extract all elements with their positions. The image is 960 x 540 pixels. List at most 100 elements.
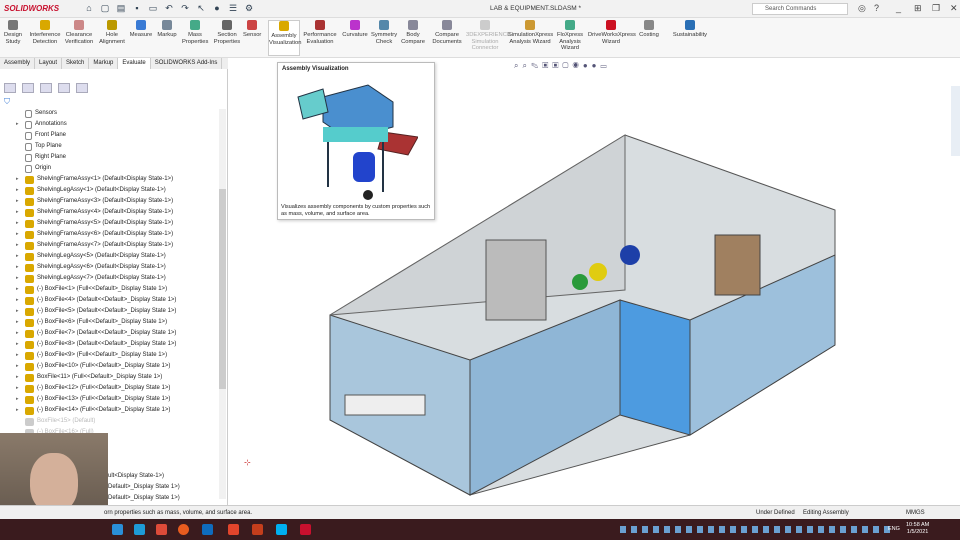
ribbon-button-clearance-verification[interactable]: Clearance Verification xyxy=(64,20,94,45)
tree-item[interactable]: ▸ (-) BoxFile<7> (Default<<Default>_Displ… xyxy=(16,328,176,339)
home-icon[interactable]: ⌂ xyxy=(84,3,94,13)
file-properties-icon[interactable]: ☰ xyxy=(228,3,238,13)
language-indicator[interactable]: ENG xyxy=(888,526,900,532)
expand-icon[interactable]: ▸ xyxy=(16,284,22,295)
rebuild-icon[interactable]: ● xyxy=(212,3,222,13)
tree-item[interactable]: ▸ (-) BoxFile<4> (Default<<Default>_Displ… xyxy=(16,295,176,306)
ribbon-button-section-properties[interactable]: Section Properties xyxy=(212,20,242,45)
ribbon-button-performance-evaluation[interactable]: Performance Evaluation xyxy=(303,20,337,45)
feature-tree-tab[interactable] xyxy=(4,83,16,93)
expand-icon[interactable]: ▸ xyxy=(16,328,22,339)
ribbon-button-mass-properties[interactable]: Mass Properties xyxy=(182,20,208,45)
minimize-button[interactable]: _ xyxy=(896,3,901,13)
tab-evaluate[interactable]: Evaluate xyxy=(118,58,151,69)
close-button[interactable]: ✕ xyxy=(950,3,958,14)
chrome-icon[interactable] xyxy=(156,524,167,535)
ribbon-button-hole-alignment[interactable]: Hole Alignment xyxy=(98,20,126,45)
expand-icon[interactable]: ▸ xyxy=(16,262,22,273)
units-selector[interactable]: MMGS xyxy=(906,506,925,520)
expand-icon[interactable]: ▸ xyxy=(16,174,22,185)
help-icon[interactable]: ? xyxy=(874,3,879,13)
tree-item[interactable]: BoxFile<15> (Default) xyxy=(16,416,95,427)
ribbon-button-sensor[interactable]: Sensor xyxy=(243,20,261,39)
clock[interactable]: 10:58 AM 1/5/2021 xyxy=(906,522,929,536)
tree-item[interactable]: ▸ ShelvingLegAssy<1> (Default<Display Sta… xyxy=(16,185,166,196)
heads-up-view-toolbar[interactable]: ⌕⌕✎▣▣▢◉●●▭ xyxy=(514,61,611,71)
tree-item[interactable]: Default>_Display State 1>) xyxy=(108,493,180,504)
tree-item[interactable]: ▸ ShelvingFrameAssy<4> (Default<Display S… xyxy=(16,207,173,218)
tree-item[interactable]: ▸ (-) BoxFile<5> (Default<<Default>_Displ… xyxy=(16,306,176,317)
redo-icon[interactable]: ↷ xyxy=(180,3,190,13)
ribbon-button-3dexperience-simulation-connector[interactable]: 3DEXPERIENCE Simulation Connector xyxy=(466,20,511,52)
tab-assembly[interactable]: Assembly xyxy=(0,58,36,69)
powerpoint-icon[interactable] xyxy=(252,524,263,535)
tree-item[interactable]: ▸ (-) BoxFile<6> (Full<<Default>_Display … xyxy=(16,317,167,328)
ribbon-button-markup[interactable]: Markup xyxy=(156,20,178,39)
expand-icon[interactable]: ▸ xyxy=(16,207,22,218)
solidworks-taskbar-icon[interactable] xyxy=(300,524,311,535)
tab-layout[interactable]: Layout xyxy=(35,58,63,69)
tree-item[interactable]: ▸ (-) BoxFile<1> (Full<<Default>_Display … xyxy=(16,284,167,295)
expand-icon[interactable]: ▸ xyxy=(16,361,22,372)
expand-icon[interactable]: ▸ xyxy=(16,295,22,306)
dimxpert-tab[interactable] xyxy=(58,83,70,93)
expand-icon[interactable]: ▸ xyxy=(16,394,22,405)
tree-item[interactable]: ▸ (-) BoxFile<8> (Default<<Default>_Displ… xyxy=(16,339,176,350)
expand-icon[interactable]: ▸ xyxy=(16,372,22,383)
search-commands-input[interactable]: Search Commands xyxy=(752,3,848,15)
options-icon[interactable]: ⚙ xyxy=(244,3,254,13)
tree-item[interactable]: Front Plane xyxy=(16,130,66,141)
office-icon[interactable] xyxy=(228,524,239,535)
tree-item[interactable]: ▸ Annotations xyxy=(16,119,67,130)
config-tab[interactable] xyxy=(40,83,52,93)
skype-icon[interactable] xyxy=(276,524,287,535)
tile-button[interactable]: ⊞ xyxy=(914,3,922,14)
expand-icon[interactable]: ▸ xyxy=(16,383,22,394)
app-icon[interactable] xyxy=(178,524,189,535)
expand-icon[interactable]: ▸ xyxy=(16,251,22,262)
task-pane-tabs[interactable] xyxy=(951,86,960,156)
edge-legacy-icon[interactable] xyxy=(112,524,123,535)
expand-icon[interactable]: ▸ xyxy=(16,273,22,284)
ribbon-button-compare-documents[interactable]: Compare Documents xyxy=(431,20,463,45)
expand-icon[interactable]: ▸ xyxy=(16,350,22,361)
open-icon[interactable]: ▤ xyxy=(116,3,126,13)
tab-solidworks-add-ins[interactable]: SOLIDWORKS Add-Ins xyxy=(151,58,223,69)
new-icon[interactable]: ▢ xyxy=(100,3,110,13)
outlook-icon[interactable] xyxy=(202,524,213,535)
select-icon[interactable]: ↖ xyxy=(196,3,206,13)
ribbon-button-sustainability[interactable]: Sustainability xyxy=(672,20,708,39)
expand-icon[interactable]: ▸ xyxy=(16,306,22,317)
tree-item[interactable]: Right Plane xyxy=(16,152,66,163)
expand-icon[interactable]: ▸ xyxy=(16,339,22,350)
ribbon-button-costing[interactable]: Costing xyxy=(638,20,660,39)
save-icon[interactable]: ▪ xyxy=(132,3,142,13)
user-icon[interactable]: ◎ xyxy=(858,3,866,14)
ribbon-button-body-compare[interactable]: Body Compare xyxy=(400,20,426,45)
tree-item[interactable]: ▸ ShelvingFrameAssy<7> (Default<Display S… xyxy=(16,240,173,251)
tree-item[interactable]: ▸ ShelvingLegAssy<6> (Default<Display Sta… xyxy=(16,262,166,273)
expand-icon[interactable]: ▸ xyxy=(16,317,22,328)
tree-item[interactable]: ▸ ShelvingFrameAssy<1> (Default<Display S… xyxy=(16,174,173,185)
expand-icon[interactable]: ▸ xyxy=(16,240,22,251)
system-tray[interactable] xyxy=(620,526,890,533)
tree-item[interactable]: Origin xyxy=(16,163,51,174)
expand-icon[interactable]: ▸ xyxy=(16,218,22,229)
tab-markup[interactable]: Markup xyxy=(89,58,119,69)
tree-item[interactable]: ▸ ShelvingFrameAssy<6> (Default<Display S… xyxy=(16,229,173,240)
tab-sketch[interactable]: Sketch xyxy=(62,58,90,69)
tree-scrollbar[interactable] xyxy=(219,109,226,499)
print-icon[interactable]: ▭ xyxy=(148,3,158,13)
expand-icon[interactable]: ▸ xyxy=(16,405,22,416)
tree-item[interactable]: Top Plane xyxy=(16,141,62,152)
tree-item[interactable]: ▸ ShelvingFrameAssy<5> (Default<Display S… xyxy=(16,218,173,229)
tree-item[interactable]: ▸ (-) BoxFile<14> (Full<<Default>_Display… xyxy=(16,405,170,416)
tree-item[interactable]: Default>_Display State 1>) xyxy=(108,482,180,493)
filter-icon[interactable]: ⛉ xyxy=(4,97,10,107)
expand-icon[interactable]: ▸ xyxy=(16,229,22,240)
ribbon-button-floxpress-analysis-wizard[interactable]: FloXpress Analysis Wizard xyxy=(556,20,584,52)
ribbon-button-driveworksxpress-wizard[interactable]: DriveWorksXpress Wizard xyxy=(588,20,636,45)
expand-icon[interactable]: ▸ xyxy=(16,185,22,196)
ribbon-button-curvature[interactable]: Curvature xyxy=(342,20,368,39)
ribbon-button-interference-detection[interactable]: Interference Detection xyxy=(28,20,62,45)
